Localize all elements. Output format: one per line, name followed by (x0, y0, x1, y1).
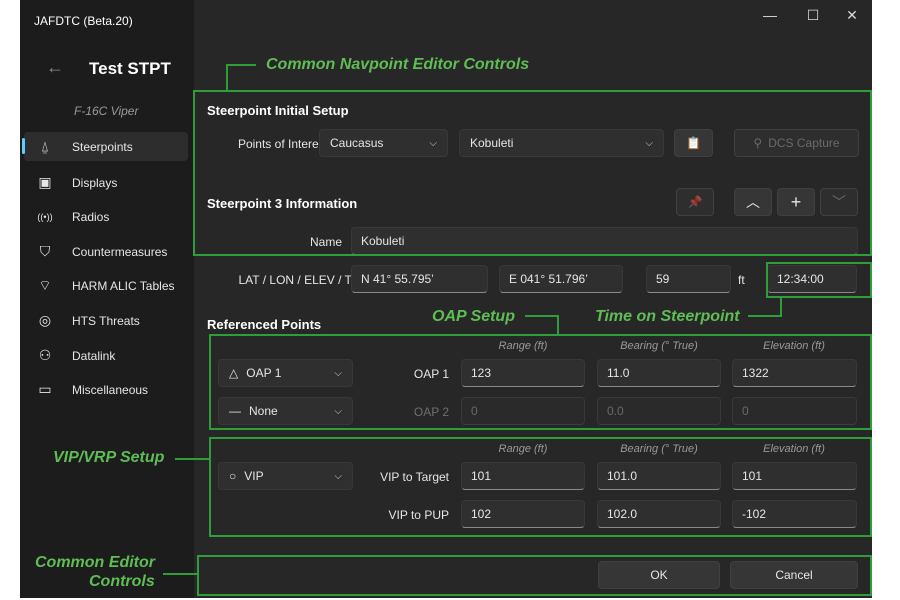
editor-annotation-line2: Controls (89, 573, 155, 590)
shield-icon: ⛉ (39, 243, 51, 259)
tos-annotation: Time on Steerpoint (595, 308, 740, 325)
sidebar-item-datalink[interactable]: ⚇ Datalink (24, 341, 188, 370)
back-arrow-icon[interactable]: ← (46, 57, 64, 78)
referenced-points-header: Referenced Points (207, 317, 322, 332)
position-label: LAT / LON / ELEV / TOS (238, 273, 370, 287)
oap-annotation: OAP Setup (432, 308, 515, 325)
sidebar-item-label: Displays (72, 175, 118, 190)
chip-icon: ▣ (38, 174, 52, 190)
sidebar-item-radios[interactable]: ((•)) Radios (24, 202, 188, 231)
sidebar-item-harm-alic-tables[interactable]: ⌔ HARM ALIC Tables (24, 271, 188, 300)
latitude-field[interactable]: N 41° 55.795’ (351, 265, 488, 293)
people-icon: ⚇ (38, 347, 52, 363)
sidebar-item-label: Countermeasures (72, 244, 168, 259)
sidebar-item-countermeasures[interactable]: ⛉ Countermeasures (24, 237, 188, 266)
vip-box (209, 437, 872, 537)
tos-connector (780, 298, 782, 317)
navpoint-connector-h (226, 64, 256, 66)
wifi-icon: ⌔ (38, 276, 52, 293)
vip-connector (175, 458, 209, 460)
close-button[interactable]: ✕ (842, 6, 862, 24)
elevation-field[interactable]: 59 (646, 265, 731, 293)
sidebar-item-label: Miscellaneous (72, 382, 149, 397)
editor-controls-box (197, 555, 872, 596)
sidebar: JAFDTC (Beta.20) ← Test STPT F-16C Viper… (20, 0, 194, 598)
tos-box (766, 262, 872, 298)
sidebar-item-label: Steerpoints (72, 139, 133, 154)
vip-annotation: VIP/VRP Setup (53, 449, 165, 466)
target-icon: ◎ (38, 312, 52, 328)
oap-box (209, 334, 872, 430)
radio-icon: ((•)) (37, 211, 53, 222)
sidebar-item-label: Radios (72, 209, 110, 224)
sidebar-item-label: HARM ALIC Tables (72, 278, 175, 293)
selection-indicator (22, 138, 25, 154)
navpoint-controls-box (193, 90, 872, 256)
steerpoint-icon: ⍙ (40, 138, 50, 154)
sidebar-item-label: HTS Threats (72, 313, 140, 328)
elevation-unit: ft (738, 273, 745, 287)
editor-annotation-line1: Common Editor (35, 554, 155, 571)
tos-connector-h (748, 315, 782, 317)
longitude-field[interactable]: E 041° 51.796’ (499, 265, 623, 293)
maximize-button[interactable]: ☐ (803, 6, 823, 24)
sidebar-item-displays[interactable]: ▣ Displays (24, 168, 188, 197)
sidebar-item-hts-threats[interactable]: ◎ HTS Threats (24, 306, 188, 335)
navpoint-annotation: Common Navpoint Editor Controls (266, 56, 530, 73)
oap-connector (557, 315, 559, 335)
editor-connector (163, 573, 197, 575)
config-name: Test STPT (89, 59, 171, 78)
sidebar-item-miscellaneous[interactable]: ▭ Miscellaneous (24, 375, 188, 404)
minimize-button[interactable]: — (760, 6, 780, 24)
folder-icon: ▭ (38, 381, 52, 397)
airframe-label: F-16C Viper (74, 104, 139, 118)
oap-connector-h (525, 315, 559, 317)
sidebar-item-steerpoints[interactable]: ⍙ Steerpoints (24, 132, 188, 161)
navpoint-connector (226, 64, 228, 90)
window-title: JAFDTC (Beta.20) (34, 14, 133, 28)
sidebar-item-label: Datalink (72, 348, 116, 363)
